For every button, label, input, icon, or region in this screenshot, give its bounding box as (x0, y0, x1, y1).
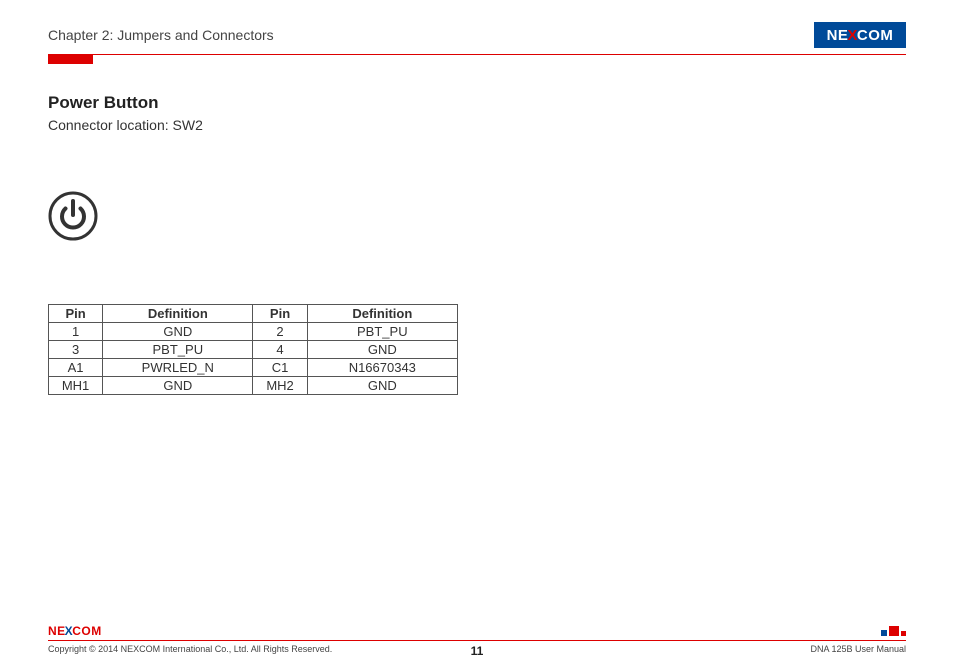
cell: N16670343 (307, 359, 457, 377)
table-row: 3 PBT_PU 4 GND (49, 341, 458, 359)
cell: 2 (253, 323, 307, 341)
cell: GND (103, 377, 253, 395)
cell: MH2 (253, 377, 307, 395)
page-number: 11 (471, 644, 484, 658)
cell: GND (103, 323, 253, 341)
header-rule-accent (48, 54, 93, 64)
col-pin-1: Pin (49, 305, 103, 323)
nexcom-logo-bottom: NE X COM (48, 624, 102, 638)
cell: 3 (49, 341, 103, 359)
logo-text-left: NE (48, 624, 66, 638)
power-icon (48, 191, 98, 241)
col-def-1: Definition (103, 305, 253, 323)
footer-rule (48, 640, 906, 641)
logo-text-right: COM (857, 27, 894, 44)
col-pin-2: Pin (253, 305, 307, 323)
table-row: 1 GND 2 PBT_PU (49, 323, 458, 341)
square-red (889, 626, 899, 636)
cell: PBT_PU (103, 341, 253, 359)
square-red-small (901, 631, 906, 636)
cell: MH1 (49, 377, 103, 395)
section-title: Power Button (48, 93, 906, 113)
footer-copyright: Copyright © 2014 NEXCOM International Co… (48, 644, 477, 654)
cell: PBT_PU (307, 323, 457, 341)
cell: GND (307, 377, 457, 395)
logo-text-right: COM (72, 624, 102, 638)
cell: C1 (253, 359, 307, 377)
table-header-row: Pin Definition Pin Definition (49, 305, 458, 323)
footer-decor-squares (881, 626, 906, 636)
square-blue (881, 630, 887, 636)
nexcom-logo-top: NE X COM (814, 22, 906, 48)
cell: 4 (253, 341, 307, 359)
chapter-title: Chapter 2: Jumpers and Connectors (48, 27, 274, 43)
cell: 1 (49, 323, 103, 341)
table-row: MH1 GND MH2 GND (49, 377, 458, 395)
table-row: A1 PWRLED_N C1 N16670343 (49, 359, 458, 377)
col-def-2: Definition (307, 305, 457, 323)
header-rule (48, 54, 906, 55)
section-subtitle: Connector location: SW2 (48, 117, 906, 133)
footer-manual: DNA 125B User Manual (477, 644, 906, 654)
cell: PWRLED_N (103, 359, 253, 377)
cell: GND (307, 341, 457, 359)
logo-text-left: NE (827, 27, 849, 44)
pin-definition-table: Pin Definition Pin Definition 1 GND 2 PB… (48, 304, 458, 395)
cell: A1 (49, 359, 103, 377)
